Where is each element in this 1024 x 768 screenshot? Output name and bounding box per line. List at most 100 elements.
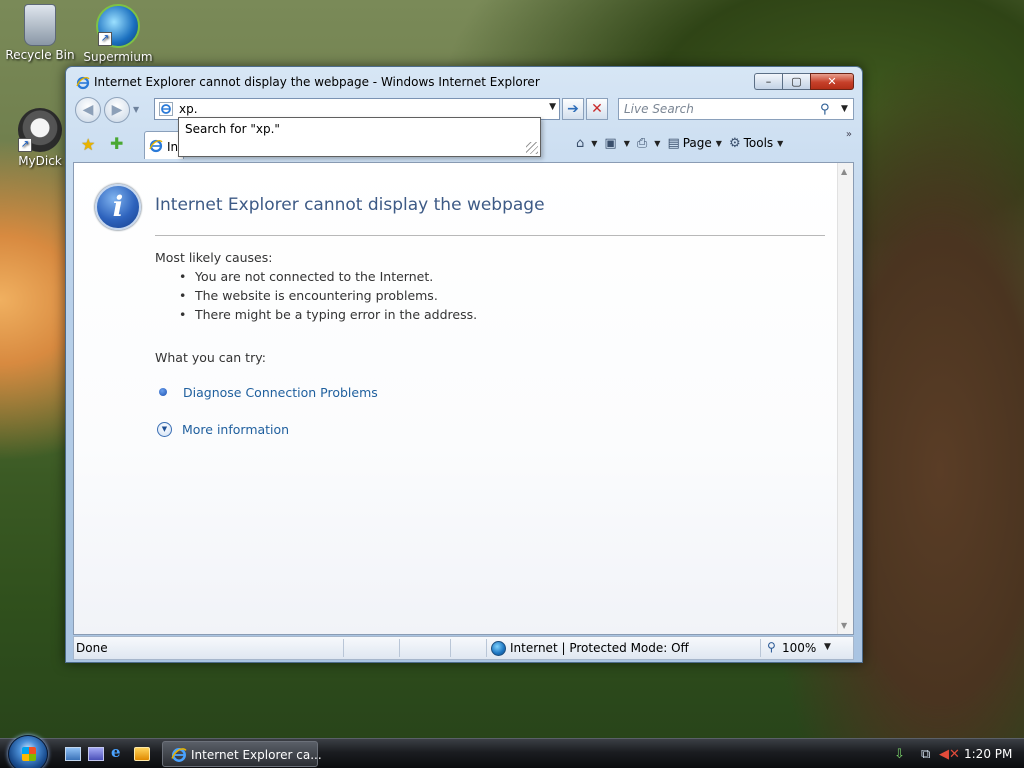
stop-button[interactable]: ✕ bbox=[586, 98, 608, 120]
show-desktop-icon[interactable] bbox=[65, 747, 81, 761]
status-divider bbox=[450, 639, 451, 657]
error-page: i Internet Explorer cannot display the w… bbox=[74, 163, 838, 634]
title-bar[interactable]: Internet Explorer cannot display the web… bbox=[66, 67, 862, 97]
print-button[interactable]: ⎙ ▼ bbox=[637, 136, 661, 151]
recent-pages-dropdown[interactable]: ▼ bbox=[133, 105, 139, 114]
forward-button[interactable]: ▶ bbox=[104, 97, 130, 123]
favorites-center-button[interactable]: ★ bbox=[81, 135, 95, 154]
list-item: There might be a typing error in the add… bbox=[175, 307, 477, 326]
clock[interactable]: 1:20 PM bbox=[964, 747, 1012, 761]
feeds-icon: ▣ bbox=[604, 135, 617, 151]
globe-icon bbox=[491, 641, 506, 656]
feeds-button[interactable]: ▣ ▼ bbox=[604, 136, 629, 151]
go-button[interactable]: ➔ bbox=[562, 98, 584, 120]
page-icon: ▤ bbox=[667, 135, 680, 151]
search-options-dropdown[interactable]: ▼ bbox=[841, 104, 848, 114]
taskbar: e Internet Explorer ca... ⇩ ⧉ ◀✕ 1:20 PM bbox=[0, 735, 1024, 768]
window-title: Internet Explorer cannot display the web… bbox=[94, 75, 540, 89]
chevron-down-icon[interactable]: ▼ bbox=[654, 139, 660, 148]
causes-heading: Most likely causes: bbox=[155, 250, 273, 265]
address-dropdown-icon[interactable]: ▼ bbox=[549, 102, 556, 112]
chevron-down-icon[interactable]: ▼ bbox=[624, 139, 630, 148]
command-buttons: ⌂ ▼ ▣ ▼ ⎙ ▼ ▤ Page ▼ ⚙ Tools ▼ bbox=[576, 133, 790, 153]
search-input[interactable] bbox=[624, 102, 814, 116]
diagnose-link-text[interactable]: Diagnose Connection Problems bbox=[183, 385, 378, 400]
minimize-button[interactable]: – bbox=[754, 73, 782, 90]
try-heading: What you can try: bbox=[155, 350, 266, 365]
security-zone-text[interactable]: Internet | Protected Mode: Off bbox=[510, 641, 689, 655]
divider bbox=[155, 235, 825, 236]
raccoon-icon: ↗ bbox=[18, 108, 62, 152]
switch-windows-icon[interactable] bbox=[88, 747, 104, 761]
home-button[interactable]: ⌂ ▼ bbox=[576, 136, 597, 151]
shortcut-arrow-icon: ↗ bbox=[18, 138, 32, 152]
chevron-down-icon: ▼ bbox=[715, 138, 722, 148]
more-information-text[interactable]: More information bbox=[182, 422, 289, 437]
page-menu-label: Page bbox=[682, 136, 712, 150]
desktop-icon-recycle-bin[interactable]: Recycle Bin bbox=[2, 4, 78, 62]
page-title: Internet Explorer cannot display the web… bbox=[155, 195, 545, 215]
tools-menu-button[interactable]: ⚙ Tools ▼ bbox=[729, 136, 783, 151]
status-bar: Done Internet | Protected Mode: Off ⚲ 10… bbox=[73, 636, 854, 660]
desktop-icon-label: Supermium bbox=[83, 50, 153, 64]
taskbar-item-label: Internet Explorer ca... bbox=[191, 748, 322, 762]
home-icon: ⌂ bbox=[576, 135, 585, 151]
ie-page-icon bbox=[159, 102, 173, 116]
recycle-bin-icon bbox=[24, 4, 56, 46]
gear-icon: ⚙ bbox=[728, 135, 741, 151]
volume-muted-icon[interactable]: ◀✕ bbox=[939, 747, 960, 762]
ie-quicklaunch-icon[interactable]: e bbox=[111, 743, 127, 761]
status-text: Done bbox=[76, 641, 108, 655]
more-commands-icon[interactable]: » bbox=[846, 129, 852, 140]
page-menu-button[interactable]: ▤ Page ▼ bbox=[667, 136, 722, 151]
bullet-icon bbox=[159, 388, 167, 396]
ie-logo-icon bbox=[171, 748, 187, 762]
chevron-down-icon[interactable]: ▼ bbox=[591, 139, 597, 148]
page-content: i Internet Explorer cannot display the w… bbox=[73, 162, 854, 635]
scroll-up-icon[interactable]: ▲ bbox=[841, 167, 847, 176]
shortcut-arrow-icon: ↗ bbox=[98, 32, 112, 46]
causes-list: You are not connected to the Internet. T… bbox=[175, 269, 477, 326]
close-button[interactable]: ✕ bbox=[810, 73, 854, 90]
status-divider bbox=[399, 639, 400, 657]
tools-menu-label: Tools bbox=[743, 136, 774, 150]
chevron-down-icon: ▼ bbox=[777, 138, 784, 148]
maximize-button[interactable]: ▢ bbox=[782, 73, 810, 90]
ie-logo-icon bbox=[76, 76, 90, 90]
caption-buttons: – ▢ ✕ bbox=[754, 73, 854, 90]
address-input[interactable] bbox=[179, 101, 539, 117]
scroll-down-icon[interactable]: ▼ bbox=[841, 621, 847, 630]
ie-window: Internet Explorer cannot display the web… bbox=[65, 66, 863, 663]
start-button[interactable] bbox=[8, 735, 48, 768]
list-item: You are not connected to the Internet. bbox=[175, 269, 477, 288]
expand-down-icon[interactable]: ▼ bbox=[157, 421, 172, 437]
zoom-dropdown-icon[interactable]: ▼ bbox=[824, 642, 831, 652]
network-icon[interactable]: ⧉ bbox=[921, 747, 930, 762]
more-information-link[interactable]: ▼ More information bbox=[157, 420, 289, 438]
system-tray: ⇩ ⧉ ◀✕ 1:20 PM bbox=[885, 742, 1024, 766]
address-autocomplete: Search for "xp." bbox=[178, 117, 541, 157]
taskbar-item-ie[interactable]: Internet Explorer ca... bbox=[162, 741, 322, 767]
resize-grip-icon[interactable] bbox=[526, 142, 538, 154]
status-divider bbox=[760, 639, 761, 657]
zoom-level[interactable]: 100% bbox=[782, 641, 816, 655]
autocomplete-item[interactable]: Search for "xp." bbox=[185, 122, 280, 136]
status-divider bbox=[486, 639, 487, 657]
desktop-icon-supermium[interactable]: ↗ Supermium bbox=[80, 4, 156, 64]
desktop-icon-label: Recycle Bin bbox=[5, 48, 75, 62]
search-box: ⚲ ▼ bbox=[618, 98, 854, 120]
list-item: The website is encountering problems. bbox=[175, 288, 477, 307]
back-button[interactable]: ◀ bbox=[75, 97, 101, 123]
vertical-scrollbar[interactable]: ▲ ▼ bbox=[837, 163, 853, 634]
supermium-icon: ↗ bbox=[96, 4, 140, 48]
info-icon: i bbox=[95, 184, 141, 230]
ie-logo-icon bbox=[149, 139, 163, 153]
safely-remove-icon[interactable]: ⇩ bbox=[894, 747, 905, 762]
zoom-icon[interactable]: ⚲ bbox=[767, 640, 776, 654]
media-player-icon[interactable] bbox=[134, 747, 150, 761]
diagnose-link[interactable]: Diagnose Connection Problems bbox=[159, 383, 378, 401]
print-icon: ⎙ bbox=[636, 135, 648, 151]
search-icon[interactable]: ⚲ bbox=[820, 102, 830, 117]
add-favorites-button[interactable]: ✚ bbox=[110, 134, 123, 153]
status-divider bbox=[343, 639, 344, 657]
